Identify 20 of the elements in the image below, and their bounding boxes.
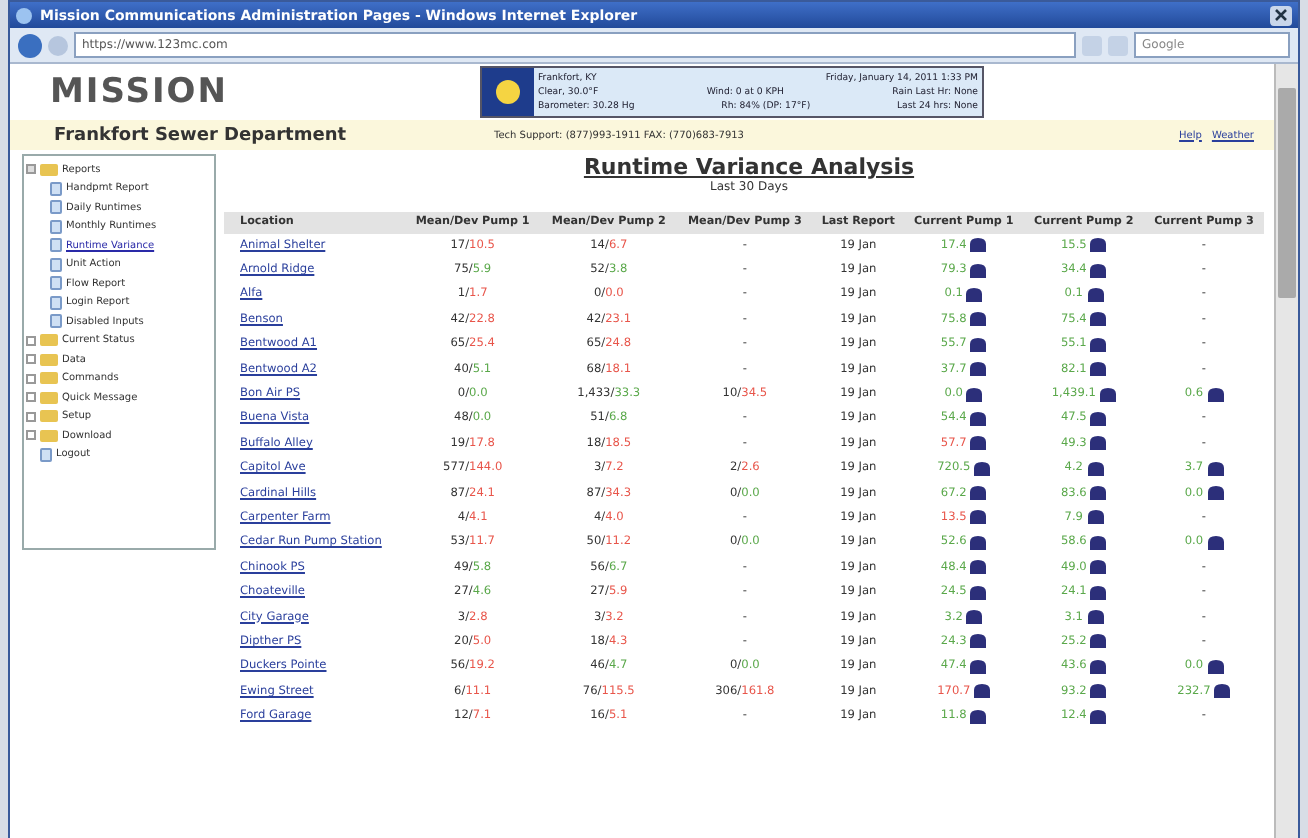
close-icon (1274, 8, 1288, 22)
logo: MISSION (50, 72, 230, 112)
expander-icon[interactable] (26, 430, 36, 441)
department-name: Frankfort Sewer Department (54, 125, 349, 145)
scrollbar[interactable] (1274, 64, 1298, 838)
report-title: Runtime Variance Analysis (583, 154, 915, 180)
expander-icon[interactable] (26, 411, 36, 422)
tank-icon[interactable] (1207, 535, 1224, 550)
sun-icon (494, 78, 522, 106)
back-button[interactable] (18, 33, 42, 57)
close-button[interactable] (1270, 5, 1292, 25)
browser-icon (16, 7, 32, 23)
page-icon (40, 447, 52, 462)
expander-icon[interactable] (26, 392, 36, 403)
expander-icon[interactable] (26, 373, 36, 384)
folder-icon (40, 163, 58, 176)
tank-icon[interactable] (1207, 387, 1224, 402)
expander-icon[interactable] (26, 164, 36, 175)
expander-icon[interactable] (26, 354, 36, 365)
expander-icon[interactable] (26, 335, 36, 346)
